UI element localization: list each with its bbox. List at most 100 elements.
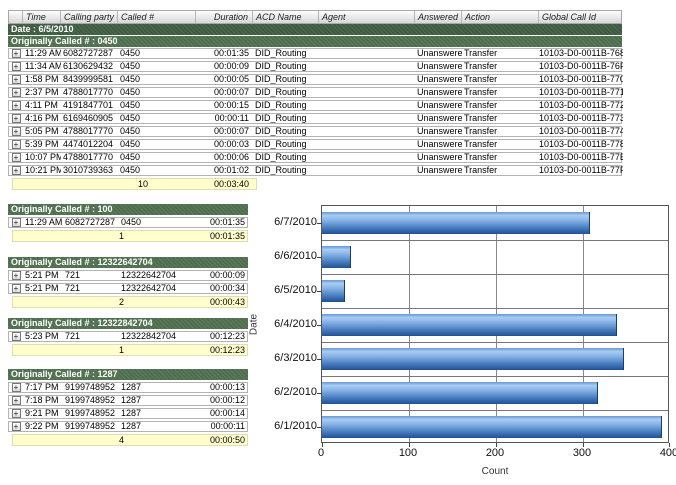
date-group-band: Date : 6/5/2010 [8, 24, 622, 35]
call-row[interactable]: +4:11 PM4191847701045000:00:15DID_Routin… [8, 100, 622, 111]
cell-calling-party: 6130629432 [61, 62, 118, 71]
header-called[interactable]: Called # [118, 11, 196, 23]
cell-called: 0450 [118, 75, 196, 84]
y-tick-label: 6/1/2010 [259, 420, 317, 432]
expand-icon[interactable]: + [12, 49, 21, 58]
cell-duration: 00:00:07 [196, 88, 253, 97]
x-tick-label: 300 [560, 447, 604, 459]
call-row[interactable]: +7:18 PM9199748952128700:00:12 [8, 395, 248, 406]
group-summary-row: 400:00:50 [12, 434, 248, 446]
call-row[interactable]: +11:29 AM6082727287045000:01:35DID_Routi… [8, 48, 622, 59]
cell-duration: 00:00:15 [196, 101, 253, 110]
expand-icon[interactable]: + [12, 409, 21, 418]
expand-icon[interactable]: + [12, 114, 21, 123]
expand-icon[interactable]: + [12, 332, 21, 341]
cell-time: 5:23 PM [23, 332, 63, 341]
header-duration[interactable]: Duration [196, 11, 253, 23]
x-axis-title: Count [455, 466, 535, 477]
call-row[interactable]: +5:39 PM4474012204045000:00:03DID_Routin… [8, 139, 622, 150]
cell-expand: + [9, 409, 23, 418]
cell-called: 12322642704 [119, 284, 193, 293]
bar-6-5-2010 [322, 280, 345, 302]
summary-total-duration: 00:03:40 [196, 179, 253, 189]
call-row[interactable]: +10:21 PM3010739363045000:01:02DID_Routi… [8, 165, 622, 176]
expand-icon[interactable]: + [12, 271, 21, 280]
summary-count: 1 [119, 345, 193, 355]
cell-called: 0450 [118, 153, 196, 162]
called-group-band: Originally Called # : 0450 [8, 36, 622, 47]
cell-duration: 00:00:06 [196, 153, 253, 162]
gridline-horizontal [322, 410, 668, 411]
call-row[interactable]: +7:17 PM9199748952128700:00:13 [8, 382, 248, 393]
y-axis-tick [317, 427, 322, 428]
expand-icon[interactable]: + [12, 422, 21, 431]
expand-icon[interactable]: + [12, 62, 21, 71]
cell-acd-name: DID_Routing [253, 62, 319, 71]
header-answered[interactable]: Answered [415, 11, 462, 23]
cell-acd-name: DID_Routing [253, 166, 319, 175]
call-row[interactable]: +11:34 AM6130629432045000:00:09DID_Routi… [8, 61, 622, 72]
cell-time: 5:21 PM [23, 271, 63, 280]
call-row[interactable]: +11:29 AM6082727287045000:01:35 [8, 217, 248, 228]
expand-icon[interactable]: + [12, 284, 21, 293]
chart-plot-area [321, 205, 669, 443]
cell-expand: + [9, 271, 23, 280]
call-row[interactable]: +9:22 PM9199748952128700:00:11 [8, 421, 248, 432]
header-time[interactable]: Time [23, 11, 61, 23]
header-calling-party[interactable]: Calling party # [61, 11, 118, 23]
header-action[interactable]: Action [462, 11, 539, 23]
call-row[interactable]: +5:21 PM7211232264270400:00:34 [8, 283, 248, 294]
bar-6-6-2010 [322, 246, 351, 268]
cell-expand: + [9, 166, 23, 175]
x-tick-label: 200 [473, 447, 517, 459]
x-tick-label: 100 [386, 447, 430, 459]
expand-icon[interactable]: + [12, 101, 21, 110]
cell-calling-party: 9199748952 [63, 396, 119, 405]
gridline-horizontal [322, 240, 668, 241]
header-global-call-id[interactable]: Global Call Id [539, 11, 623, 23]
call-group-section: Originally Called # : 12322642704+5:21 P… [8, 257, 248, 308]
cell-time: 5:39 PM [23, 140, 61, 149]
cell-time: 5:05 PM [23, 127, 61, 136]
cell-called: 0450 [118, 101, 196, 110]
call-row[interactable]: +2:37 PM4788017770045000:00:07DID_Routin… [8, 87, 622, 98]
cell-called: 12322642704 [119, 271, 193, 280]
y-axis-tick [317, 291, 322, 292]
call-row[interactable]: +5:05 PM4788017770045000:00:07DID_Routin… [8, 126, 622, 137]
expand-icon[interactable]: + [12, 383, 21, 392]
header-acd-name[interactable]: ACD Name [253, 11, 319, 23]
header-agent[interactable]: Agent [319, 11, 415, 23]
call-row[interactable]: +5:21 PM7211232264270400:00:09 [8, 270, 248, 281]
y-axis-tick [317, 223, 322, 224]
expand-icon[interactable]: + [12, 396, 21, 405]
cell-action: Transfer [462, 75, 539, 84]
cell-answered: Unanswered [415, 49, 462, 58]
cell-global-call-id: 10103-D0-0011B-76F [539, 62, 623, 71]
cell-answered: Unanswered [415, 114, 462, 123]
cell-time: 4:16 PM [23, 114, 61, 123]
summary-count: 10 [118, 179, 196, 189]
x-tick-label: 0 [299, 447, 343, 459]
expand-icon[interactable]: + [12, 140, 21, 149]
cell-answered: Unanswered [415, 153, 462, 162]
cell-duration: 00:00:03 [196, 140, 253, 149]
cell-answered: Unanswered [415, 75, 462, 84]
call-row[interactable]: +1:58 PM8439999581045000:00:05DID_Routin… [8, 74, 622, 85]
expand-icon[interactable]: + [12, 166, 21, 175]
y-tick-label: 6/4/2010 [259, 318, 317, 330]
expand-icon[interactable]: + [12, 88, 21, 97]
call-row[interactable]: +5:23 PM7211232284270400:12:23 [8, 331, 248, 342]
expand-icon[interactable]: + [12, 127, 21, 136]
cell-global-call-id: 10103-D0-0011B-773 [539, 114, 623, 123]
cell-global-call-id: 10103-D0-0011B-771 [539, 88, 623, 97]
call-report-page: TimeCalling party #Called #DurationACD N… [0, 0, 676, 485]
call-row[interactable]: +9:21 PM9199748952128700:00:14 [8, 408, 248, 419]
expand-icon[interactable]: + [12, 75, 21, 84]
expand-icon[interactable]: + [12, 153, 21, 162]
cell-answered: Unanswered [415, 166, 462, 175]
call-row[interactable]: +10:07 PM4788017770045000:00:06DID_Routi… [8, 152, 622, 163]
call-row[interactable]: +4:16 PM6169460905045000:00:11DID_Routin… [8, 113, 622, 124]
y-axis-tick [317, 257, 322, 258]
cell-time: 5:21 PM [23, 284, 63, 293]
expand-icon[interactable]: + [12, 218, 21, 227]
